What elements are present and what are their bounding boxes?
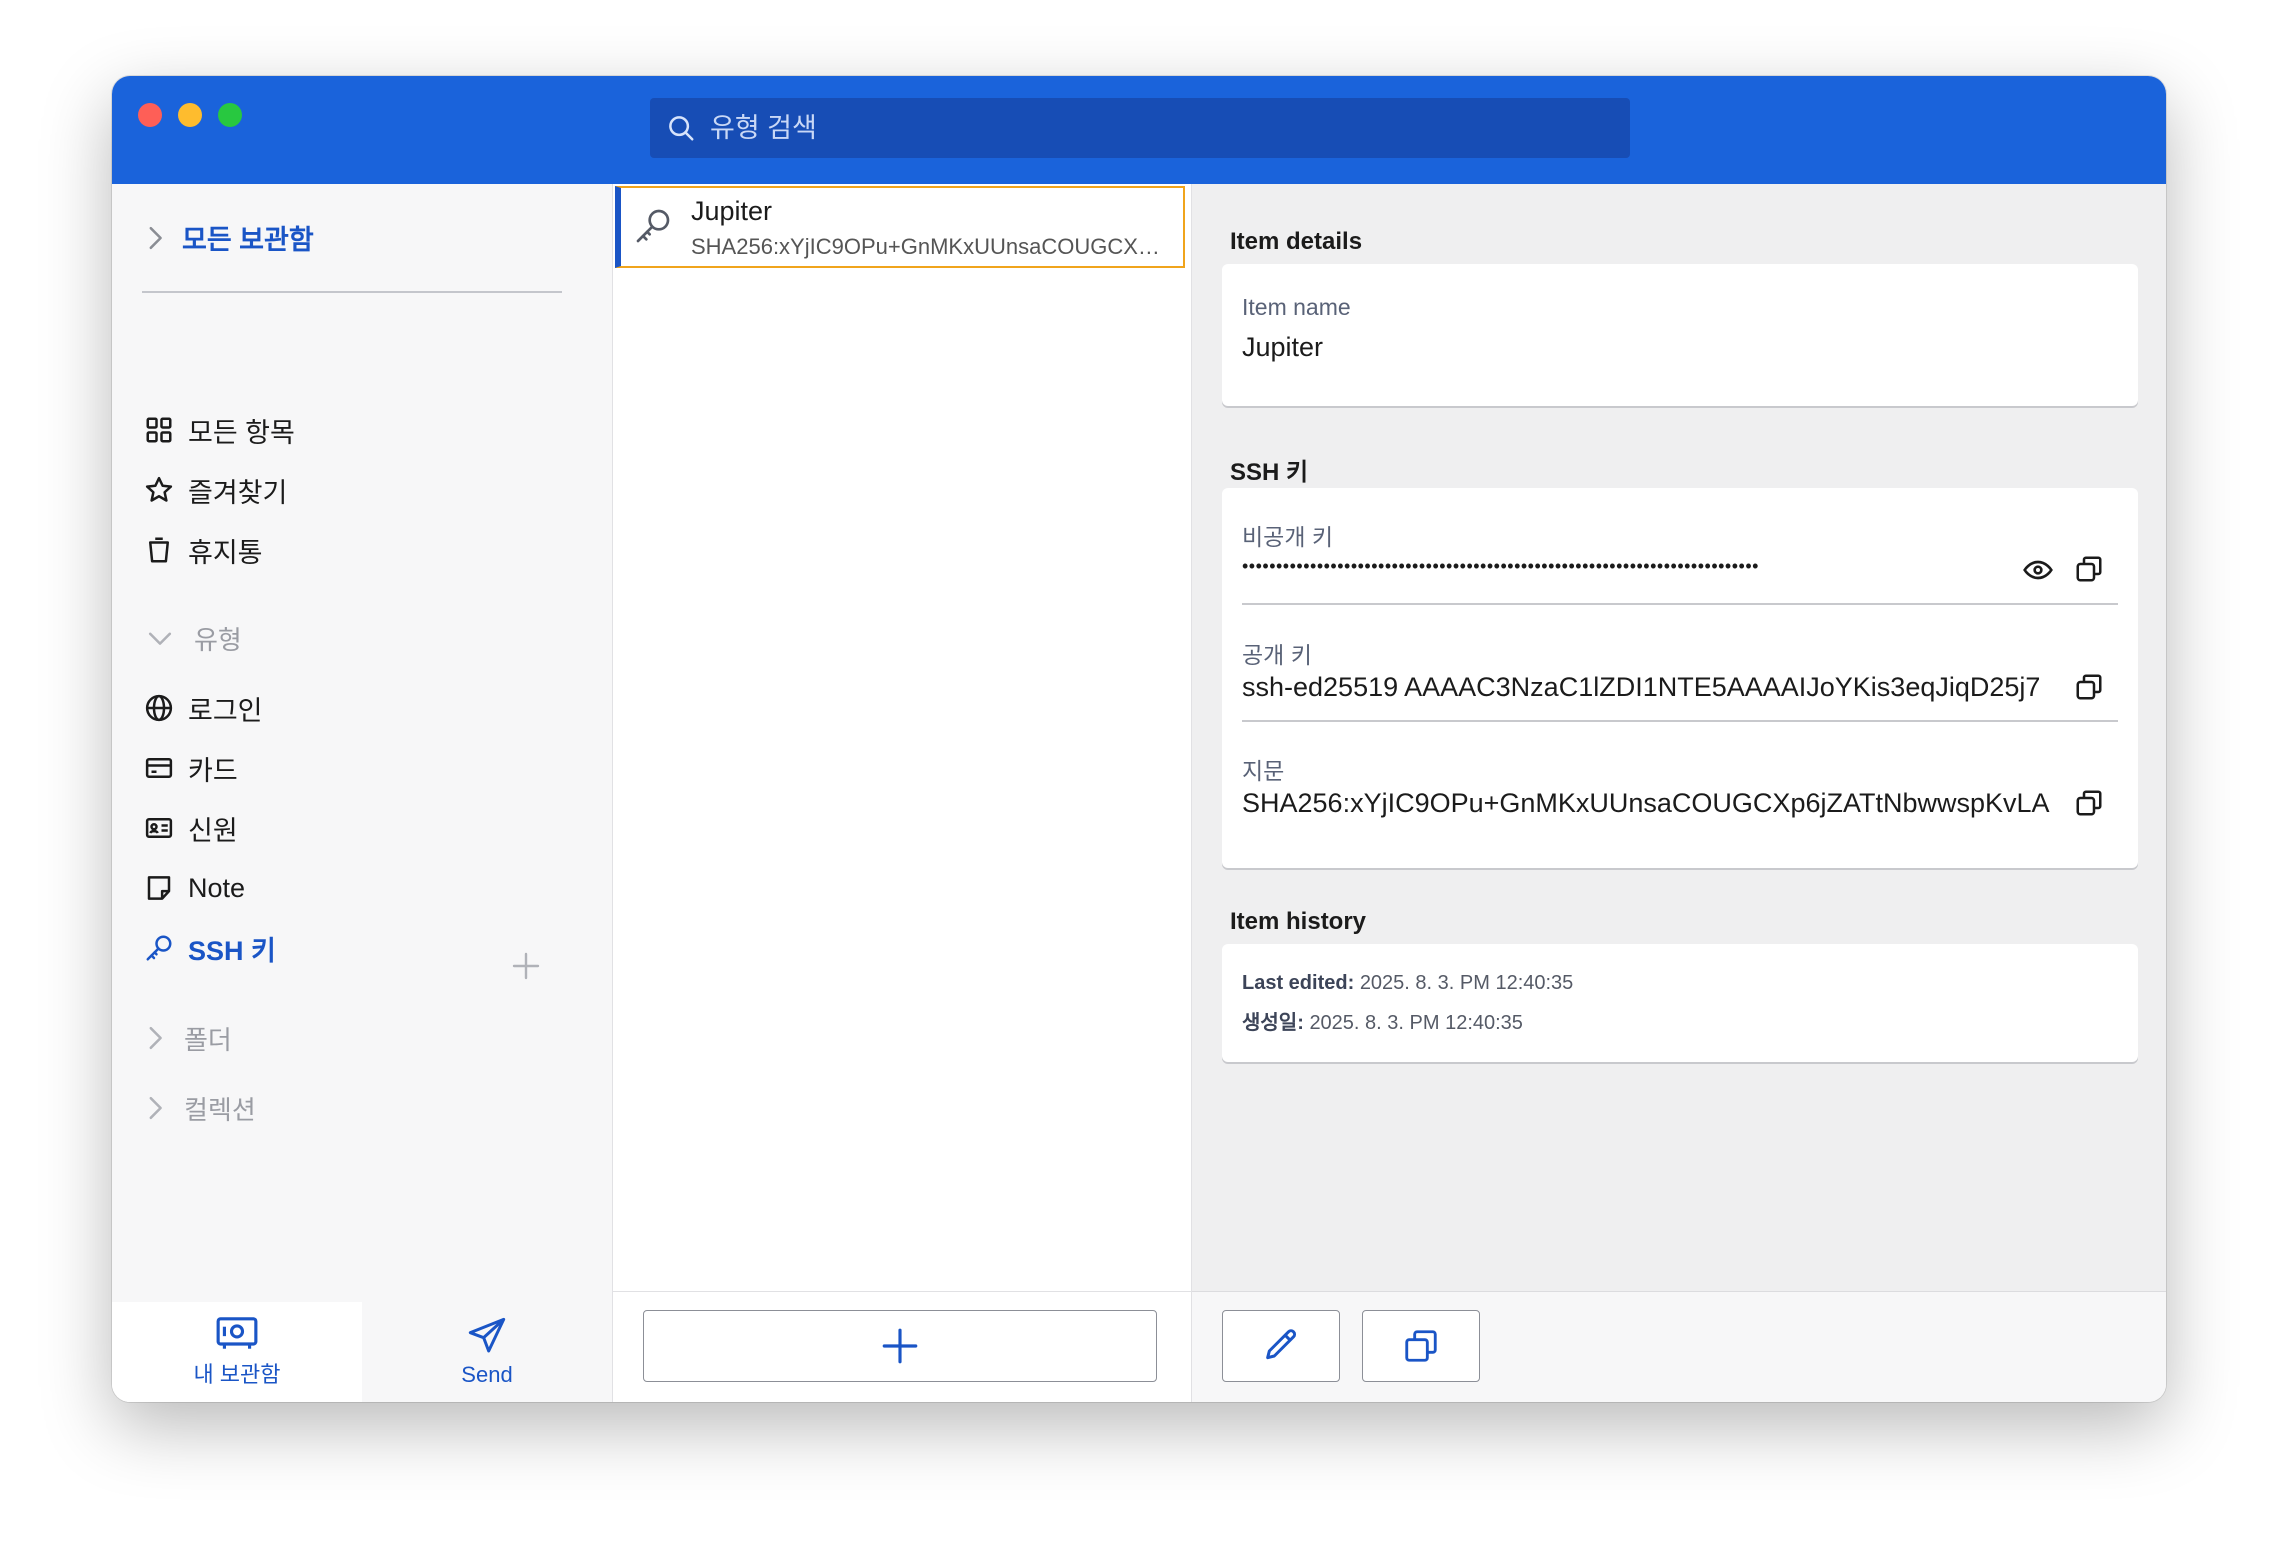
sidebar-item-card[interactable]: 카드 [144,746,238,790]
key-icon [146,935,172,961]
folders-section-toggle[interactable]: 폴더 [146,1016,232,1060]
field-separator [1242,720,2118,722]
sidebar-item-label: 카드 [188,755,238,786]
tab-my-vault[interactable]: 내 보관함 [112,1302,362,1402]
zoom-window-button[interactable] [218,103,242,127]
fingerprint-label: 지문 [1242,758,1285,784]
vault-switcher[interactable]: 모든 보관함 [146,218,314,257]
last-edited-line: Last edited: 2025. 8. 3. PM 12:40:35 [1242,972,1573,995]
item-detail-panel: Item details Item name Jupiter SSH 키 비공개… [1192,184,2166,1402]
public-key-value: ssh-ed25519 AAAAC3NzaC1lZDI1NTE5AAAAIJoY… [1242,672,2041,702]
sidebar-item-all-items[interactable]: 모든 항목 [144,408,295,452]
fingerprint-value: SHA256:xYjIC9OPu+GnMKxUUnsaCOUGCXp6jZATt… [1242,788,2050,818]
ssh-key-card: 비공개 키 ••••••••••••••••••••••••••••••••••… [1222,488,2138,868]
search-icon [669,116,694,141]
sidebar-item-note[interactable]: Note [144,866,245,910]
tab-send[interactable]: Send [362,1302,612,1402]
item-name-value: Jupiter [1242,332,1324,362]
copy-icon[interactable] [2074,788,2104,818]
detail-footer [1192,1291,2166,1402]
sidebar-item-label: Note [188,872,246,903]
edit-button[interactable] [1222,1310,1340,1382]
chevron-right-icon [149,1026,162,1050]
list-footer [613,1291,1191,1402]
search-box[interactable] [650,98,1630,158]
clone-icon [1405,1330,1437,1362]
list-item-subtitle: SHA256:xYjIC9OPu+GnMKxUUnsaCOUGCXp6jZATt… [691,234,1171,259]
id-card-icon [145,818,173,838]
close-window-button[interactable] [138,103,162,127]
app-window: 모든 보관함 모든 항목 즐겨찾기 휴지통 유형 로그인 카드 [112,76,2166,1402]
public-key-label: 공개 키 [1242,642,1312,668]
created-value: 2025. 8. 3. PM 12:40:35 [1309,1012,1523,1034]
sidebar-item-label: 휴지통 [188,537,263,568]
item-details-card: Item name Jupiter [1222,264,2138,406]
plus-icon [882,1328,918,1364]
tab-send-label: Send [461,1362,513,1387]
sidebar-item-trash[interactable]: 휴지통 [144,528,263,572]
last-edited-value: 2025. 8. 3. PM 12:40:35 [1359,972,1574,994]
star-icon [145,476,173,502]
send-icon [468,1317,506,1353]
key-icon [636,209,670,243]
folders-section-label: 폴더 [184,1024,232,1055]
collections-section-label: 컬렉션 [184,1094,256,1125]
last-edited-label: Last edited: [1242,972,1355,994]
item-list-panel: Jupiter SHA256:xYjIC9OPu+GnMKxUUnsaCOUGC… [613,184,1192,1402]
sidebar-item-identity[interactable]: 신원 [144,806,238,850]
item-name-label: Item name [1242,294,1351,320]
tab-my-vault-label: 내 보관함 [193,1362,281,1387]
private-key-value: ••••••••••••••••••••••••••••••••••••••••… [1242,556,1759,576]
eye-icon[interactable] [2022,554,2054,586]
sidebar-divider [142,291,562,293]
item-history-title: Item history [1230,908,1367,935]
sidebar-item-ssh-key[interactable]: SSH 키 [144,926,276,970]
sidebar-item-label: SSH 키 [188,935,276,966]
sidebar-item-label: 로그인 [188,695,263,726]
grid-icon [146,417,172,443]
item-history-card: Last edited: 2025. 8. 3. PM 12:40:35 생성일… [1222,944,2138,1062]
types-section-label: 유형 [194,624,242,655]
trash-icon [149,537,169,563]
ssh-key-section-title: SSH 키 [1230,459,1309,486]
collections-section-toggle[interactable]: 컬렉션 [146,1086,256,1130]
title-bar [112,76,2166,184]
chevron-right-icon [149,226,162,249]
sidebar: 모든 보관함 모든 항목 즐겨찾기 휴지통 유형 로그인 카드 신원 Note … [112,184,613,1402]
sidebar-item-favorites[interactable]: 즐겨찾기 [144,468,287,512]
chevron-down-icon [148,632,172,645]
note-icon [147,876,171,900]
sidebar-item-label: 신원 [188,815,238,846]
search-input[interactable] [708,111,1572,145]
card-icon [145,758,173,778]
private-key-label: 비공개 키 [1242,524,1334,550]
chevron-right-icon [149,1096,162,1120]
copy-icon[interactable] [2074,672,2104,702]
types-section-toggle[interactable]: 유형 [146,616,242,660]
vault-icon [216,1317,258,1349]
item-details-title: Item details [1230,228,1363,255]
sidebar-item-login[interactable]: 로그인 [144,686,263,730]
pencil-icon [1266,1329,1297,1360]
globe-icon [145,694,173,722]
list-item[interactable]: Jupiter SHA256:xYjIC9OPu+GnMKxUUnsaCOUGC… [615,186,1185,268]
bottom-navigation: 내 보관함 Send [112,1302,612,1402]
minimize-window-button[interactable] [178,103,202,127]
list-item-name: Jupiter [691,196,773,226]
clone-button[interactable] [1362,1310,1480,1382]
created-label: 생성일: [1242,1012,1304,1034]
field-separator [1242,603,2118,605]
sidebar-item-label: 모든 항목 [188,417,295,448]
created-line: 생성일: 2025. 8. 3. PM 12:40:35 [1242,1006,1523,1035]
add-item-button[interactable] [643,1310,1157,1382]
vault-header-label: 모든 보관함 [182,225,314,255]
copy-icon[interactable] [2074,554,2104,584]
add-folder-plus-icon[interactable] [510,950,542,982]
sidebar-item-label: 즐겨찾기 [188,477,288,508]
